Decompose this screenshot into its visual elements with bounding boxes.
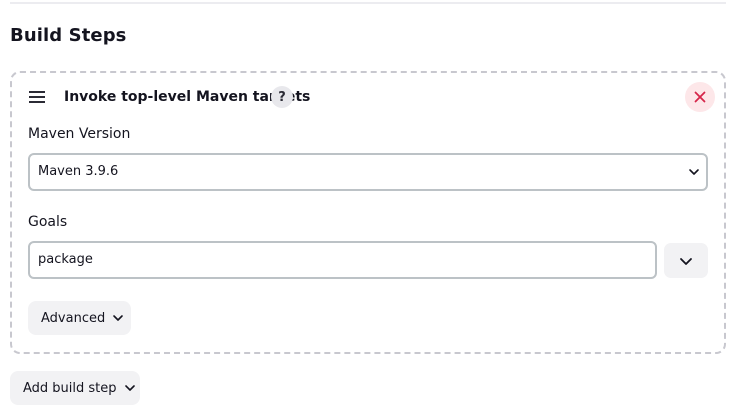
advanced-button[interactable]: Advanced xyxy=(28,301,131,335)
help-button[interactable]: ? xyxy=(271,86,293,108)
chevron-down-icon xyxy=(689,169,699,175)
advanced-button-label: Advanced xyxy=(41,310,106,326)
section-title: Build Steps xyxy=(10,25,127,46)
maven-version-select[interactable]: Maven 3.9.6 xyxy=(28,153,708,191)
goals-input-value: package xyxy=(38,252,93,267)
build-steps-page: Build Steps Invoke top-level Maven targe… xyxy=(0,0,748,419)
add-build-step-label: Add build step xyxy=(23,380,117,396)
goals-expand-button[interactable] xyxy=(664,243,708,278)
goals-label: Goals xyxy=(28,214,68,230)
help-icon: ? xyxy=(278,89,286,105)
remove-step-button[interactable] xyxy=(685,82,715,112)
chevron-down-icon xyxy=(124,385,135,391)
maven-version-label: Maven Version xyxy=(28,126,131,142)
goals-input[interactable]: package xyxy=(28,241,657,279)
close-icon xyxy=(694,91,706,103)
chevron-down-icon xyxy=(113,315,124,321)
add-build-step-button[interactable]: Add build step xyxy=(10,371,140,405)
section-divider xyxy=(10,2,726,4)
chevron-down-icon xyxy=(680,257,692,265)
maven-version-value: Maven 3.9.6 xyxy=(38,164,119,179)
drag-handle-icon[interactable] xyxy=(29,91,45,103)
